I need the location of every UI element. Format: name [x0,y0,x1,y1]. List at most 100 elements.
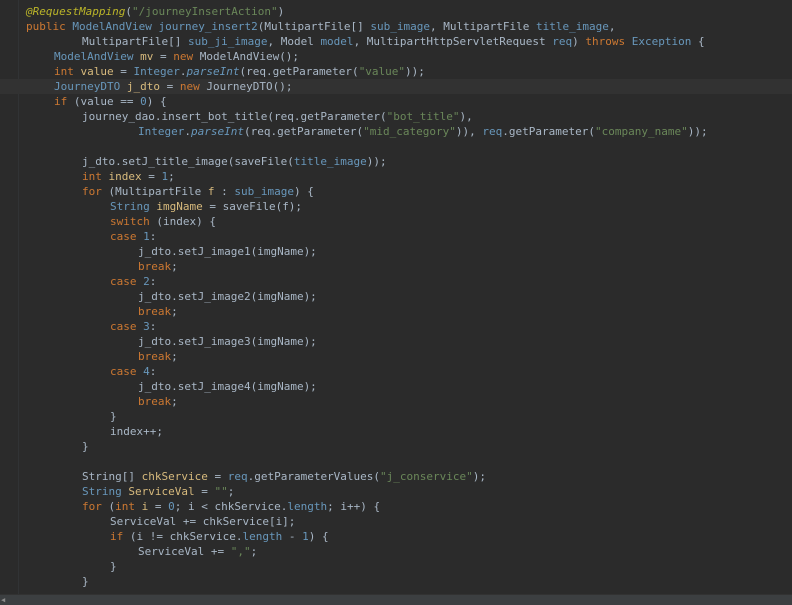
code-token: ; [171,395,178,408]
code-token: int [115,500,142,513]
code-token: MultipartFile[] [82,35,188,48]
code-token: imgName [156,200,203,213]
code-line[interactable]: for (int i = 0; i < chkService.length; i… [0,499,792,514]
code-token: 0 [168,500,175,513]
code-line[interactable]: if (value == 0) { [0,94,792,109]
code-line[interactable]: ServiceVal += chkService[i]; [0,514,792,529]
code-line[interactable]: JourneyDTO j_dto = new JourneyDTO(); [0,79,792,94]
code-line[interactable] [0,454,792,469]
code-token: title_image [293,155,367,168]
code-line[interactable] [0,139,792,154]
code-token: case [110,275,144,288]
horizontal-scrollbar[interactable]: ◀ [0,594,792,605]
code-token: length [287,500,328,513]
code-line[interactable]: break; [0,349,792,364]
code-token: } [110,560,117,573]
code-line[interactable]: Integer.parseInt(req.getParameter("mid_c… [0,124,792,139]
code-line[interactable]: for (MultipartFile f : sub_image) { [0,184,792,199]
code-token: ; [227,485,235,498]
scroll-left-arrow-icon[interactable]: ◀ [1,595,9,605]
code-line[interactable]: String[] chkService = req.getParameterVa… [0,469,792,484]
code-editor[interactable]: @RequestMapping("/journeyInsertAction") p… [0,0,792,605]
code-token: index [108,170,142,183]
code-line[interactable]: case 3: [0,319,792,334]
code-line[interactable]: String imgName = saveFile(f); [0,199,792,214]
code-line[interactable]: case 1: [0,229,792,244]
code-token: break [138,260,172,273]
code-line[interactable]: case 2: [0,274,792,289]
code-token: "/journeyInsertAction" [131,5,278,18]
code-token: JourneyDTO [54,80,127,93]
code-line[interactable]: j_dto.setJ_title_image(saveFile(title_im… [0,154,792,169]
code-token: = saveFile(f); [202,200,303,213]
code-line[interactable]: MultipartFile[] sub_ji_image, Model mode… [0,34,792,49]
code-line[interactable]: case 4: [0,364,792,379]
code-area[interactable]: @RequestMapping("/journeyInsertAction") p… [0,4,792,589]
code-line[interactable]: ServiceVal += ","; [0,544,792,559]
code-token: 2 [143,275,150,288]
code-token: (i != chkService. [129,530,243,543]
code-token: (req.getParameter( [243,125,364,138]
code-line[interactable]: } [0,574,792,589]
code-line[interactable]: public ModelAndView journey_insert2(Mult… [0,19,792,34]
code-token: ( [125,5,132,18]
code-line[interactable]: if (i != chkService.length - 1) { [0,529,792,544]
code-token: )), [455,125,483,138]
code-token: ; [171,350,178,363]
code-line[interactable]: break; [0,394,792,409]
code-token: int [82,170,109,183]
code-line[interactable]: break; [0,259,792,274]
code-token: 0 [140,95,147,108]
code-token: . [184,125,191,138]
code-token: for [82,500,109,513]
code-line[interactable]: j_dto.setJ_image4(imgName); [0,379,792,394]
code-token: j_dto.setJ_image4(imgName); [138,380,317,393]
code-line[interactable]: @RequestMapping("/journeyInsertAction") [0,4,792,19]
code-line[interactable]: ModelAndView mv = new ModelAndView(); [0,49,792,64]
code-line[interactable]: int index = 1; [0,169,792,184]
code-token: ) { [293,185,314,198]
code-token: ), [459,110,473,123]
code-line[interactable]: j_dto.setJ_image3(imgName); [0,334,792,349]
code-token: "company_name" [595,125,688,138]
code-line[interactable]: } [0,559,792,574]
code-token: j_dto.setJ_image3(imgName); [138,335,317,348]
code-token: (index) { [156,215,216,228]
code-token: break [138,395,172,408]
code-line[interactable]: int value = Integer.parseInt(req.getPara… [0,64,792,79]
code-token: : [149,275,157,288]
code-token: new [173,50,200,63]
code-token: mv [140,50,154,63]
code-token: ) [572,35,586,48]
code-token: parseInt [190,125,244,138]
code-token: , MultipartHttpServletRequest [353,35,553,48]
code-token: j_dto.setJ_image2(imgName); [138,290,317,303]
code-line[interactable]: j_dto.setJ_image1(imgName); [0,244,792,259]
code-line[interactable]: j_dto.setJ_image2(imgName); [0,289,792,304]
code-token: ; [168,170,175,183]
code-token: sub_image [234,185,294,198]
code-token: 1 [143,230,150,243]
code-token: @RequestMapping [26,5,126,18]
code-token: int [54,65,81,78]
code-token: req [482,125,503,138]
code-token: chkService [141,470,208,483]
code-line[interactable]: switch (index) { [0,214,792,229]
code-token: case [110,365,144,378]
code-line[interactable]: String ServiceVal = ""; [0,484,792,499]
code-line[interactable]: break; [0,304,792,319]
code-token: "mid_category" [363,125,456,138]
code-token: Integer [133,65,180,78]
code-line[interactable]: index++; [0,424,792,439]
code-line[interactable]: } [0,409,792,424]
code-token: sub_image [370,20,430,33]
code-token: String [82,485,129,498]
code-token: : [149,230,157,243]
code-token: ; [171,305,178,318]
code-line[interactable]: } [0,439,792,454]
code-token: .getParameter( [502,125,595,138]
code-token: { [691,35,705,48]
code-token: ; [171,260,178,273]
code-token: ModelAndView(); [199,50,300,63]
code-line[interactable]: journey_dao.insert_bot_title(req.getPara… [0,109,792,124]
